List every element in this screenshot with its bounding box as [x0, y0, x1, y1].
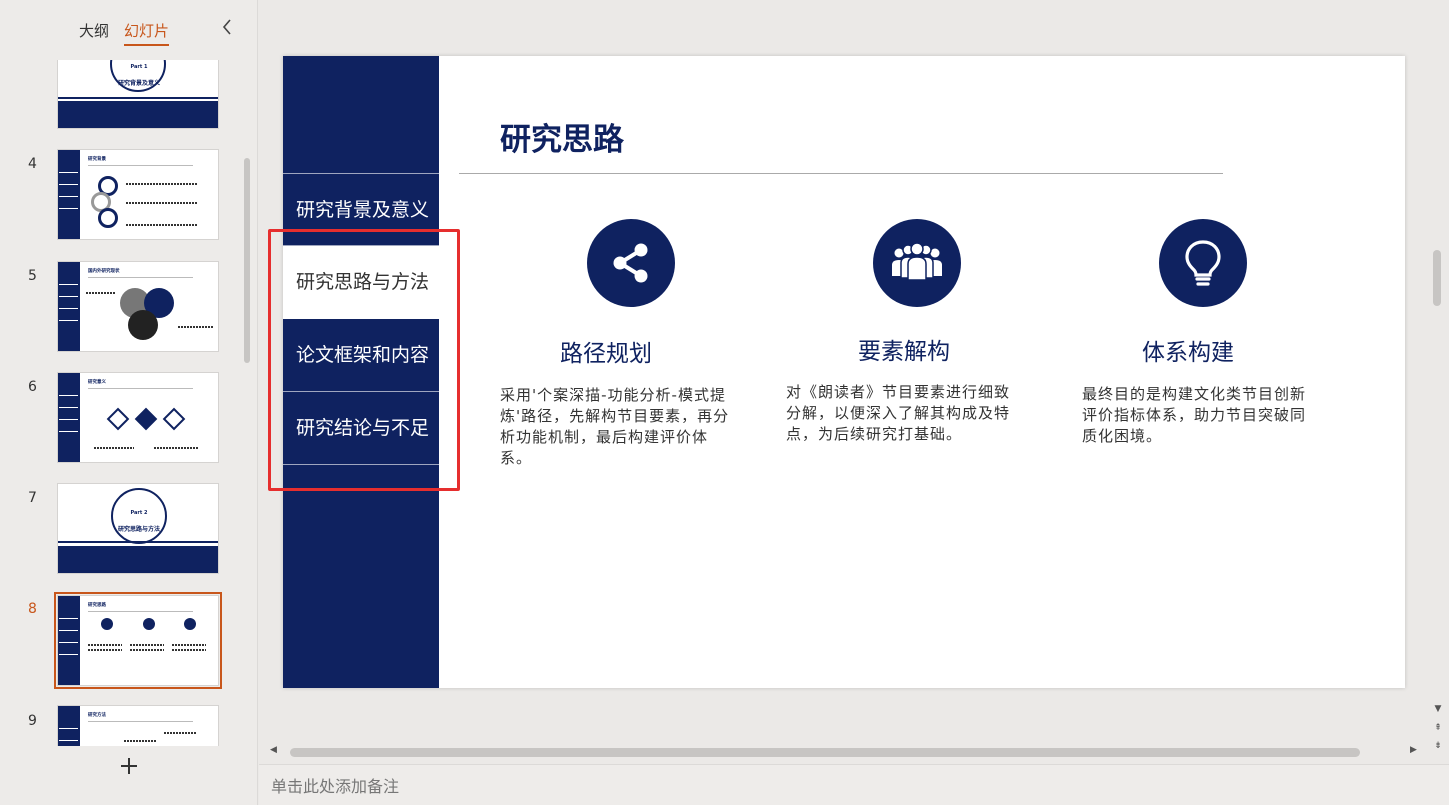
slide-nav-item[interactable]: 论文框架和内容 [283, 319, 439, 392]
slide-nav-item[interactable]: 研究结论与不足 [283, 392, 439, 465]
thumb-text-line [94, 447, 134, 449]
share-icon [587, 219, 675, 307]
thumb-part-band [58, 546, 218, 573]
thumb-diamond [134, 407, 158, 431]
tab-outline[interactable]: 大纲 [79, 20, 109, 42]
column-heading[interactable]: 要素解构 [804, 332, 1004, 366]
slide-number: 6 [28, 379, 37, 395]
thumb-text-line [126, 202, 198, 204]
thumb-part-line [58, 97, 218, 99]
slide-number: 7 [28, 490, 37, 506]
scroll-down-icon[interactable]: ▼ [1432, 703, 1444, 715]
scroll-left-icon[interactable]: ◀ [270, 745, 277, 755]
people-group-icon [873, 219, 961, 307]
thumb-text-line [130, 644, 164, 646]
thumb-sidebar [58, 262, 80, 351]
thumb-text-line [164, 732, 196, 734]
slide-number: 5 [28, 268, 37, 284]
slide-thumbnail-9[interactable]: 研究方法 [57, 705, 219, 746]
previous-slide-icon[interactable]: ⇞ [1432, 722, 1444, 734]
slide-number: 9 [28, 713, 37, 729]
scroll-right-icon[interactable]: ▶ [1410, 745, 1417, 755]
slide-scrollbar[interactable] [1433, 250, 1441, 306]
thumb-diamond [162, 407, 186, 431]
thumb-part-label: Part 2 [130, 510, 148, 516]
thumb-diamond [106, 407, 130, 431]
chevron-left-icon[interactable] [216, 18, 238, 42]
thumb-title-line [88, 277, 193, 278]
thumb-title-line [88, 388, 193, 389]
slide-canvas[interactable]: 研究背景及意义 研究思路与方法 论文框架和内容 研究结论与不足 研究思路 路径规… [283, 56, 1405, 688]
thumb-icon [101, 618, 113, 630]
thumb-title-line [88, 165, 193, 166]
plus-icon[interactable] [116, 756, 142, 782]
thumb-title-line [88, 611, 193, 612]
thumb-step-ring [98, 208, 118, 228]
slide-number-active: 8 [28, 601, 37, 617]
active-tab-indicator [124, 44, 169, 46]
slide-thumbnail-3[interactable]: Part 1 研究背景及意义 [57, 60, 219, 129]
thumb-circle [128, 310, 158, 340]
column-body[interactable]: 采用'个案深描-功能分析-模式提炼'路径，先解构节目要素，再分析功能机制，最后构… [500, 385, 736, 469]
thumb-part-ring [111, 488, 167, 544]
thumb-title: 研究意义 [88, 380, 106, 385]
thumb-text-line [130, 649, 164, 651]
column-heading[interactable]: 体系构建 [1088, 333, 1288, 367]
thumb-icon [143, 618, 155, 630]
slide-panel: 大纲 幻灯片 Part 1 研究背景及意义 4 研究背景 5 国内外研究现状 6… [0, 0, 258, 805]
slide-nav-item[interactable]: 研究背景及意义 [283, 173, 439, 246]
thumb-title: 研究方法 [88, 713, 106, 718]
thumb-text-line [124, 740, 156, 742]
notes-placeholder[interactable]: 单击此处添加备注 [271, 773, 399, 797]
horizontal-scrollbar[interactable] [290, 748, 1360, 757]
thumb-text-line [154, 447, 198, 449]
thumb-text-line [88, 644, 122, 646]
title-divider [459, 173, 1223, 174]
thumb-sidebar [58, 706, 80, 746]
column-body[interactable]: 最终目的是构建文化类节目创新评价指标体系，助力节目突破同质化困境。 [1082, 384, 1318, 447]
thumb-title: 研究思路 [88, 603, 106, 608]
thumb-text-line [172, 649, 206, 651]
thumb-sidebar [58, 596, 80, 685]
thumb-part-title: 研究思路与方法 [117, 526, 160, 533]
notes-pane[interactable]: 单击此处添加备注 [259, 764, 1449, 805]
slide-nav-item-active[interactable]: 研究思路与方法 [283, 246, 439, 319]
slide-thumbnail-4[interactable]: 研究背景 [57, 149, 219, 240]
thumb-sidebar [58, 150, 80, 239]
thumb-part-title: 研究背景及意义 [117, 80, 160, 87]
thumb-text-line [178, 326, 214, 328]
thumb-icon [184, 618, 196, 630]
thumb-sidebar [58, 373, 80, 462]
thumb-part-band [58, 101, 218, 128]
thumb-title: 国内外研究现状 [88, 269, 120, 274]
thumb-text-line [126, 183, 198, 185]
slide-title[interactable]: 研究思路 [500, 114, 624, 159]
thumb-part-label: Part 1 [130, 64, 148, 70]
thumbnail-list: Part 1 研究背景及意义 4 研究背景 5 国内外研究现状 6 研究意义 7… [0, 60, 242, 746]
thumb-part-line [58, 541, 218, 543]
slide-number: 4 [28, 156, 37, 172]
slide-thumbnail-7[interactable]: Part 2 研究思路与方法 [57, 483, 219, 574]
tab-slides[interactable]: 幻灯片 [124, 20, 169, 42]
thumb-text-line [172, 644, 206, 646]
thumb-text-line [86, 292, 116, 294]
slide-thumbnail-5[interactable]: 国内外研究现状 [57, 261, 219, 352]
lightbulb-icon [1159, 219, 1247, 307]
thumb-title-line [88, 721, 193, 722]
slide-thumbnail-8[interactable]: 研究思路 [54, 592, 222, 689]
slide-thumbnail-6[interactable]: 研究意义 [57, 372, 219, 463]
thumb-text-line [126, 224, 198, 226]
thumb-text-line [88, 649, 122, 651]
thumb-title: 研究背景 [88, 157, 106, 162]
next-slide-icon[interactable]: ⇟ [1432, 740, 1444, 752]
column-heading[interactable]: 路径规划 [506, 334, 706, 368]
column-body[interactable]: 对《朗读者》节目要素进行细致分解，以便深入了解其构成及特点，为后续研究打基础。 [786, 382, 1022, 445]
thumbnail-scrollbar[interactable] [244, 158, 250, 363]
